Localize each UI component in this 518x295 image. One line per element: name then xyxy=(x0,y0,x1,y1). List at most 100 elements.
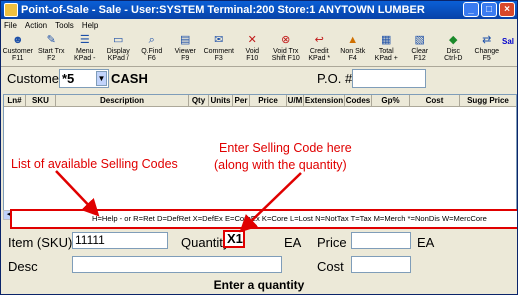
menu-help[interactable]: Help xyxy=(82,19,98,32)
item-sku-label: Item (SKU) xyxy=(8,235,73,250)
annotation-list-codes: List of available Selling Codes xyxy=(11,157,178,171)
non-stock-button-key: F4 xyxy=(348,55,357,62)
void-button-key: F10 xyxy=(246,55,259,62)
void-trx-icon: ⊗ xyxy=(281,34,291,46)
col-qty[interactable]: Qty xyxy=(189,95,209,106)
change-button-label: Change xyxy=(474,48,500,55)
annotation-enter-code-2: (along with the quantity) xyxy=(214,158,347,172)
price-unit: EA xyxy=(417,235,435,250)
menu-action[interactable]: Action xyxy=(25,19,47,32)
menu-icon: ☰ xyxy=(79,34,90,46)
customer-input[interactable]: *5 ▼ xyxy=(59,69,109,88)
col-extension[interactable]: Extension xyxy=(304,95,345,106)
toolbar: ☻ Customer F11 ✎ Start Trx F2 ☰ Menu KPad - ▭ D… xyxy=(1,32,517,67)
viewer-button[interactable]: ▤ Viewer F9 xyxy=(169,32,203,67)
display-button-key: KPad / xyxy=(107,55,129,62)
grid-header: Ln# SKU Description Qty Units Per Price … xyxy=(4,95,516,107)
total-button[interactable]: ▦ Total KPad + xyxy=(370,32,404,67)
comment-button-label: Comment xyxy=(203,48,234,55)
item-sku-input[interactable]: 11111 xyxy=(72,232,168,249)
window-title: Point-of-Sale - Sale - User:SYSTEM Termi… xyxy=(21,4,425,16)
col-price[interactable]: Price xyxy=(250,95,287,106)
void-button[interactable]: ✕ Void F10 xyxy=(236,32,270,67)
desc-input[interactable] xyxy=(72,256,282,273)
customer-icon: ☻ xyxy=(11,34,24,46)
viewer-button-label: Viewer xyxy=(174,48,196,55)
quantity-input[interactable]: X1 xyxy=(223,230,245,248)
comment-button-key: F3 xyxy=(214,55,223,62)
discount-icon: ◆ xyxy=(449,34,458,46)
col-per[interactable]: Per xyxy=(233,95,250,106)
void-trx-button[interactable]: ⊗ Void Trx Shift F10 xyxy=(269,32,303,67)
change-button[interactable]: ⇄ Change F5 xyxy=(470,32,504,67)
start-trx-icon: ✎ xyxy=(46,34,56,46)
void-trx-button-label: Void Trx xyxy=(273,48,299,55)
salesperson-label: Sal xyxy=(501,37,514,46)
col-ln[interactable]: Ln# xyxy=(4,95,26,106)
display-button-label: Display xyxy=(106,48,130,55)
customer-button-key: F11 xyxy=(11,55,24,62)
void-button-label: Void xyxy=(245,48,260,55)
discount-button-label: Disc xyxy=(446,48,461,55)
quantity-unit: EA xyxy=(284,235,302,250)
clear-button-key: F12 xyxy=(413,55,426,62)
customer-value: *5 xyxy=(62,71,75,86)
app-icon xyxy=(4,3,18,17)
menu-button[interactable]: ☰ Menu KPad - xyxy=(68,32,102,67)
display-button[interactable]: ▭ Display KPad / xyxy=(102,32,136,67)
customer-name: CASH xyxy=(111,71,148,86)
menu-file[interactable]: File xyxy=(4,19,17,32)
close-button[interactable]: × xyxy=(499,2,515,17)
chevron-down-icon[interactable]: ▼ xyxy=(96,71,107,86)
qfind-button-label: Q.Find xyxy=(141,48,163,55)
selling-codes-hint: H=Help - or R=Ret D=DefRet X=DefEx E=Cor… xyxy=(10,209,517,229)
start-trx-button[interactable]: ✎ Start Trx F2 xyxy=(35,32,69,67)
selling-codes-text: H=Help - or R=Ret D=DefRet X=DefEx E=Cor… xyxy=(92,214,487,223)
qfind-button-key: F6 xyxy=(147,55,156,62)
viewer-icon: ▤ xyxy=(180,34,191,46)
quantity-value: X1 xyxy=(227,231,243,246)
non-stock-button-label: Non Stk xyxy=(340,48,366,55)
col-gp[interactable]: Gp% xyxy=(372,95,410,106)
col-sku[interactable]: SKU xyxy=(26,95,56,106)
col-sugg-price[interactable]: Sugg Price xyxy=(460,95,516,106)
non-stock-button[interactable]: ▲ Non Stk F4 xyxy=(336,32,370,67)
qfind-button[interactable]: ⌕ Q.Find F6 xyxy=(135,32,169,67)
start-trx-button-label: Start Trx xyxy=(38,48,65,55)
void-trx-button-key: Shift F10 xyxy=(271,55,300,62)
credit-button[interactable]: ↩ Credit KPad * xyxy=(303,32,337,67)
credit-button-label: Credit xyxy=(309,48,329,55)
customer-label: Customer xyxy=(7,71,64,86)
void-icon: ✕ xyxy=(247,34,257,46)
customer-button[interactable]: ☻ Customer F11 xyxy=(1,32,35,67)
annotation-enter-code-1: Enter Selling Code here xyxy=(219,141,352,155)
non-stock-icon: ▲ xyxy=(347,34,359,46)
po-label: P.O. # xyxy=(317,71,353,86)
start-trx-button-key: F2 xyxy=(47,55,56,62)
item-sku-value: 11111 xyxy=(75,233,105,247)
change-icon: ⇄ xyxy=(482,34,492,46)
col-cost[interactable]: Cost xyxy=(410,95,460,106)
menu-button-label: Menu xyxy=(75,48,94,55)
customer-row: Customer *5 ▼ CASH P.O. # xyxy=(1,67,517,91)
clear-button[interactable]: ▧ Clear F12 xyxy=(403,32,437,67)
price-input[interactable] xyxy=(351,232,411,249)
col-description[interactable]: Description xyxy=(56,95,189,106)
total-button-key: KPad + xyxy=(374,55,398,62)
discount-button[interactable]: ◆ Disc Ctrl-D xyxy=(437,32,471,67)
desc-label: Desc xyxy=(8,259,38,274)
total-button-label: Total xyxy=(378,48,394,55)
menu-tools[interactable]: Tools xyxy=(55,19,74,32)
maximize-button[interactable]: □ xyxy=(481,2,497,17)
col-units[interactable]: Units xyxy=(209,95,233,106)
cost-input[interactable] xyxy=(351,256,411,273)
col-um[interactable]: U/M xyxy=(287,95,304,106)
pos-window: Point-of-Sale - Sale - User:SYSTEM Termi… xyxy=(0,0,518,295)
change-button-key: F5 xyxy=(482,55,491,62)
minimize-button[interactable]: _ xyxy=(463,2,479,17)
comment-button[interactable]: ✉ Comment F3 xyxy=(202,32,236,67)
col-codes[interactable]: Codes xyxy=(345,95,372,106)
status-message: Enter a quantity xyxy=(1,275,517,294)
po-input[interactable] xyxy=(352,69,426,88)
qfind-icon: ⌕ xyxy=(148,34,155,46)
